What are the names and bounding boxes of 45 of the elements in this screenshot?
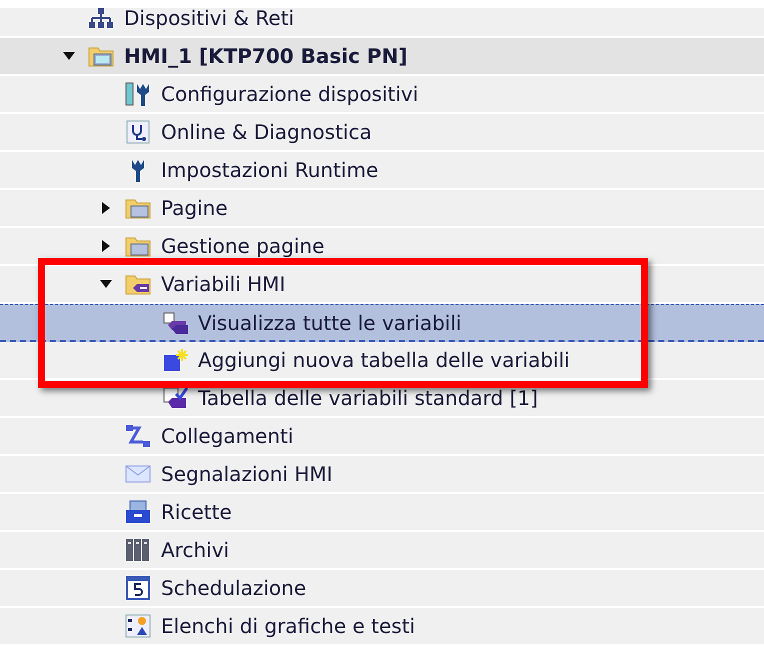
graphics-list-icon [125, 614, 151, 638]
tree-item[interactable]: Visualizza tutte le variabili [0, 304, 764, 342]
tree-item[interactable]: Aggiungi nuova tabella delle variabili [0, 342, 764, 380]
tree-item[interactable]: Dispositivi & Reti [0, 8, 764, 38]
tree-item[interactable]: Schedulazione [0, 570, 764, 608]
item-label: Gestione pagine [161, 233, 324, 260]
table-icon [162, 386, 188, 410]
connections-icon [125, 424, 151, 448]
item-label: Online & Diagnostica [161, 119, 372, 146]
item-label: Elenchi di grafiche e testi [161, 613, 416, 640]
item-label: Archivi [161, 537, 230, 564]
item-label: Variabili HMI [161, 271, 286, 298]
item-label: Ricette [161, 499, 232, 526]
wrench-icon [125, 82, 151, 106]
tree-item[interactable]: Impostazioni Runtime [0, 152, 764, 190]
tree-item[interactable]: Pagine [0, 190, 764, 228]
calendar-icon [125, 576, 151, 600]
tree-item[interactable]: Elenchi di grafiche e testi [0, 608, 764, 646]
tree-item[interactable]: HMI_1 [KTP700 Basic PN] [0, 38, 764, 76]
tags-icon [162, 310, 188, 334]
expanded-arrow-icon[interactable] [99, 278, 113, 290]
tree-item[interactable]: Collegamenti [0, 418, 764, 456]
item-label: Visualizza tutte le variabili [198, 310, 462, 336]
tree-item[interactable]: Segnalazioni HMI [0, 456, 764, 494]
item-label: Aggiungi nuova tabella delle variabili [198, 347, 570, 374]
expanded-arrow-icon[interactable] [62, 50, 76, 62]
tree-item[interactable]: Online & Diagnostica [0, 114, 764, 152]
item-label: Collegamenti [161, 423, 294, 450]
tree-item[interactable]: Archivi [0, 532, 764, 570]
item-label: HMI_1 [KTP700 Basic PN] [124, 43, 408, 70]
item-label: Dispositivi & Reti [124, 5, 294, 32]
add-table-icon [162, 348, 188, 372]
item-label: Segnalazioni HMI [161, 461, 333, 488]
network-icon [88, 6, 114, 30]
item-label: Impostazioni Runtime [161, 157, 378, 184]
tree-item[interactable]: Variabili HMI [0, 266, 764, 304]
drawer-icon [125, 500, 151, 524]
item-label: Tabella delle variabili standard [1] [198, 385, 538, 412]
item-label: Configurazione dispositivi [161, 81, 418, 108]
tree-item[interactable]: Configurazione dispositivi [0, 76, 764, 114]
stethoscope-icon [125, 120, 151, 144]
binders-icon [125, 538, 151, 562]
tree-item[interactable]: Ricette [0, 494, 764, 532]
item-label: Pagine [161, 195, 228, 222]
item-label: Schedulazione [161, 575, 306, 602]
